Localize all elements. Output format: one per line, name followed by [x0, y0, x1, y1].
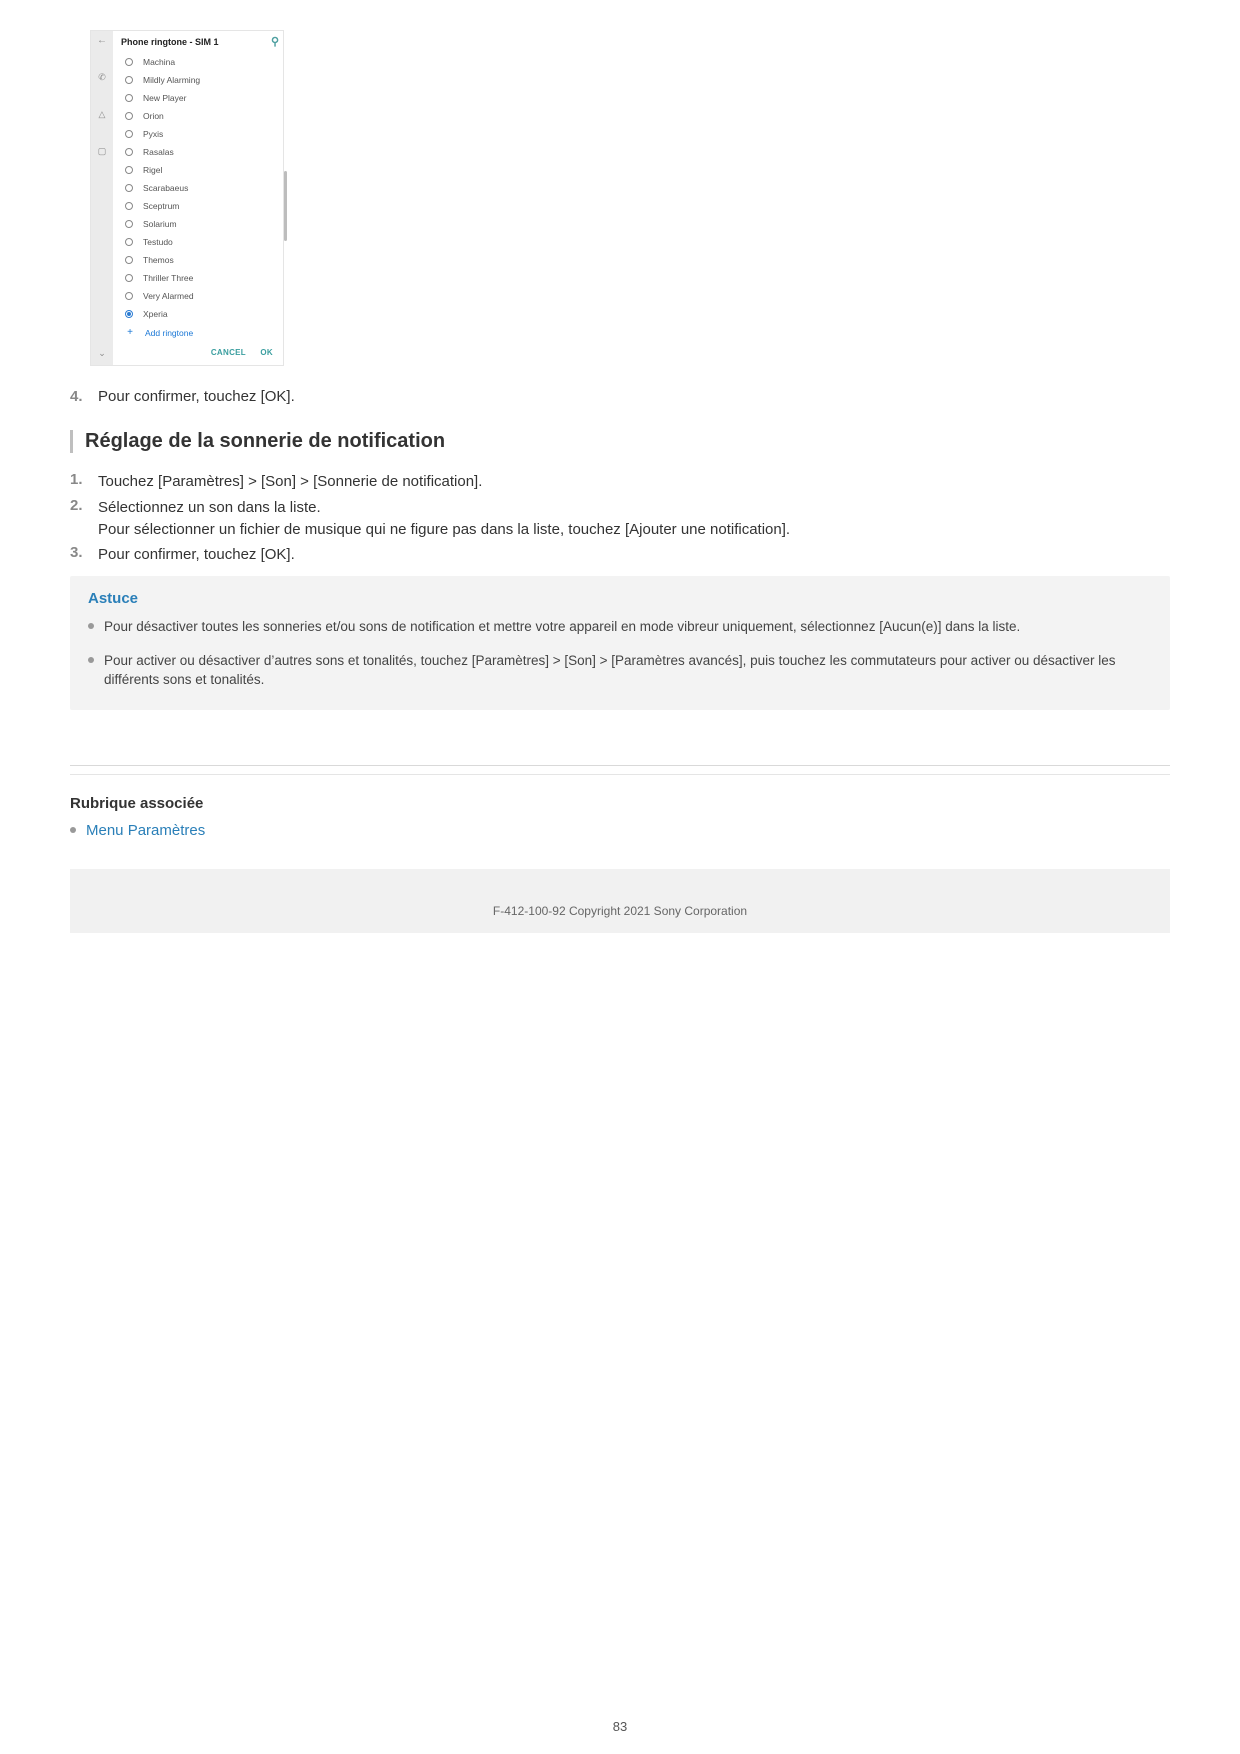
tip-box: Astuce Pour désactiver toutes les sonner…: [70, 576, 1170, 710]
add-ringtone-row[interactable]: + Add ringtone: [113, 323, 283, 342]
step-row: 3.Pour confirmer, touchez [OK].: [70, 544, 1170, 566]
radio-icon: [125, 310, 133, 318]
page-number: 83: [0, 1719, 1240, 1734]
radio-icon: [125, 184, 133, 192]
step-line: Pour sélectionner un fichier de musique …: [98, 519, 1170, 541]
ringtone-option[interactable]: Mildly Alarming: [113, 71, 283, 89]
tip-text: Pour activer ou désactiver d’autres sons…: [104, 651, 1152, 690]
ringtone-option[interactable]: Very Alarmed: [113, 287, 283, 305]
ringtone-option[interactable]: Rigel: [113, 161, 283, 179]
step-number: 2.: [70, 497, 98, 541]
ringtone-label: Machina: [143, 57, 175, 67]
tip-bullet: Pour activer ou désactiver d’autres sons…: [88, 651, 1152, 690]
ok-button[interactable]: OK: [260, 348, 273, 357]
step-number: 1.: [70, 471, 98, 493]
step-body: Pour confirmer, touchez [OK].: [98, 544, 1170, 566]
ringtone-option[interactable]: Thriller Three: [113, 269, 283, 287]
radio-icon: [125, 112, 133, 120]
ringtone-option[interactable]: Sceptrum: [113, 197, 283, 215]
dialog-title: Phone ringtone - SIM 1: [113, 31, 283, 53]
bullet-icon: [88, 657, 94, 663]
separator: [70, 774, 1170, 775]
footer: F-412-100-92 Copyright 2021 Sony Corpora…: [70, 869, 1170, 933]
ringtone-option[interactable]: Solarium: [113, 215, 283, 233]
ringtone-label: Solarium: [143, 219, 177, 229]
step-row: 2.Sélectionnez un son dans la liste.Pour…: [70, 497, 1170, 541]
step-body: Sélectionnez un son dans la liste.Pour s…: [98, 497, 1170, 541]
step-line: Touchez [Paramètres] > [Son] > [Sonnerie…: [98, 471, 1170, 493]
tip-title: Astuce: [88, 590, 1152, 607]
plus-icon: +: [125, 327, 135, 338]
ringtone-label: Mildly Alarming: [143, 75, 200, 85]
bullet-icon: [70, 827, 76, 833]
radio-icon: [125, 238, 133, 246]
radio-icon: [125, 94, 133, 102]
radio-icon: [125, 148, 133, 156]
ringtone-option[interactable]: New Player: [113, 89, 283, 107]
radio-icon: [125, 76, 133, 84]
ringtone-option[interactable]: Testudo: [113, 233, 283, 251]
add-ringtone-label: Add ringtone: [145, 328, 193, 338]
radio-icon: [125, 166, 133, 174]
step-row: 1.Touchez [Paramètres] > [Son] > [Sonner…: [70, 471, 1170, 493]
steps-list: 1.Touchez [Paramètres] > [Son] > [Sonner…: [70, 471, 1170, 566]
step-text: Pour confirmer, touchez [OK].: [98, 388, 295, 405]
ringtone-label: Orion: [143, 111, 164, 121]
radio-icon: [125, 292, 133, 300]
ringtone-option[interactable]: Orion: [113, 107, 283, 125]
phone-icon: ✆: [98, 72, 106, 83]
bullet-icon: [88, 623, 94, 629]
cancel-button[interactable]: CANCEL: [211, 348, 246, 357]
ringtone-label: Rasalas: [143, 147, 174, 157]
ringtone-option[interactable]: Xperia: [113, 305, 283, 323]
tip-bullet: Pour désactiver toutes les sonneries et/…: [88, 617, 1152, 637]
radio-icon: [125, 202, 133, 210]
step-line: Sélectionnez un son dans la liste.: [98, 497, 1170, 519]
ringtone-label: Themos: [143, 255, 174, 265]
back-icon: ←: [97, 35, 107, 46]
step-body: Touchez [Paramètres] > [Son] > [Sonnerie…: [98, 471, 1170, 493]
ringtone-option[interactable]: Themos: [113, 251, 283, 269]
ringtone-option[interactable]: Machina: [113, 53, 283, 71]
radio-icon: [125, 58, 133, 66]
down-arrow-icon: ⌄: [98, 348, 106, 359]
step-4: 4. Pour confirmer, touchez [OK].: [70, 388, 1170, 405]
ringtone-dialog: Phone ringtone - SIM 1 Machina Mildly Ala…: [113, 31, 283, 365]
step-number: 3.: [70, 544, 98, 566]
search-icon: ⚲: [271, 35, 279, 48]
radio-icon: [125, 220, 133, 228]
ringtone-label: Testudo: [143, 237, 173, 247]
related-list: Menu Paramètres: [70, 822, 1170, 839]
ringtone-label: Rigel: [143, 165, 162, 175]
ringtone-label: Scarabaeus: [143, 183, 188, 193]
related-title: Rubrique associée: [70, 795, 1170, 812]
ringtone-option[interactable]: Rasalas: [113, 143, 283, 161]
notification-icon: △: [99, 109, 106, 120]
section-heading: Réglage de la sonnerie de notification: [70, 430, 1170, 453]
related-item: Menu Paramètres: [70, 822, 1170, 839]
ringtone-option[interactable]: Scarabaeus: [113, 179, 283, 197]
tip-text: Pour désactiver toutes les sonneries et/…: [104, 617, 1020, 637]
radio-icon: [125, 256, 133, 264]
vibration-icon: ▢: [98, 146, 107, 157]
step-line: Pour confirmer, touchez [OK].: [98, 544, 1170, 566]
ringtone-label: Very Alarmed: [143, 291, 194, 301]
ringtone-list: Machina Mildly Alarming New Player Orion Pyx…: [113, 53, 283, 323]
ringtone-label: Pyxis: [143, 129, 163, 139]
related-link[interactable]: Menu Paramètres: [86, 822, 205, 839]
phone-sidebar: ← ✆ △ ▢ ⌄: [91, 31, 113, 365]
ringtone-label: New Player: [143, 93, 186, 103]
radio-icon: [125, 130, 133, 138]
ringtone-option[interactable]: Pyxis: [113, 125, 283, 143]
separator: [70, 765, 1170, 766]
scrollbar: [284, 171, 287, 241]
ringtone-label: Sceptrum: [143, 201, 179, 211]
ringtone-label: Xperia: [143, 309, 168, 319]
radio-icon: [125, 274, 133, 282]
phone-screenshot: ← ✆ △ ▢ ⌄ ⚲ Phone ringtone - SIM 1 Machi…: [90, 30, 282, 366]
step-number: 4.: [70, 388, 98, 405]
ringtone-label: Thriller Three: [143, 273, 193, 283]
footer-text: F-412-100-92 Copyright 2021 Sony Corpora…: [493, 904, 747, 918]
